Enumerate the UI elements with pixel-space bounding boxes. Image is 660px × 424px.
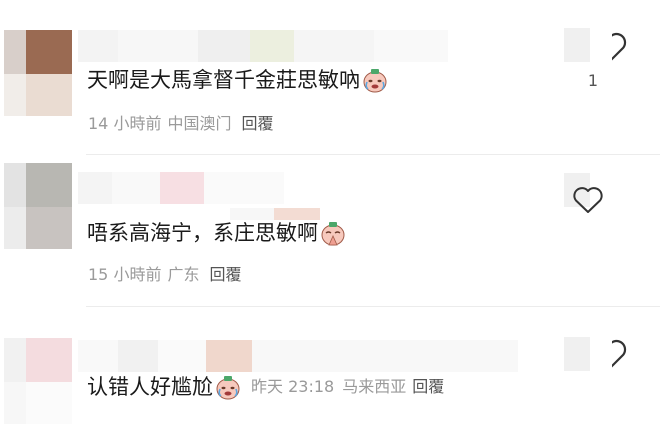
heart-icon bbox=[612, 32, 627, 61]
like-area-blurred bbox=[564, 337, 590, 371]
avatar[interactable] bbox=[4, 163, 72, 249]
heart-icon bbox=[612, 339, 627, 368]
comment-text: 天啊是大馬拿督千金莊思敏吶 bbox=[87, 66, 388, 94]
like-count: 1 bbox=[587, 71, 598, 90]
comment-text: 认错人好尴尬 昨天 23:18 马来西亚 回覆 bbox=[87, 373, 444, 401]
comment-text-content: 唔系高海宁，系庄思敏啊 bbox=[87, 221, 318, 245]
like-button[interactable] bbox=[568, 180, 608, 220]
like-button[interactable] bbox=[590, 334, 630, 374]
comment-meta: 昨天 23:18 马来西亚 回覆 bbox=[251, 373, 444, 401]
timestamp: 昨天 23:18 bbox=[251, 377, 335, 396]
comment-text-content: 认错人好尴尬 bbox=[87, 375, 213, 399]
comment-meta: 14 小時前 中国澳门 回覆 bbox=[88, 110, 273, 134]
comment-item: 唔系高海宁，系庄思敏啊 15 小時前 广东 回覆 bbox=[0, 155, 660, 305]
avatar[interactable] bbox=[4, 338, 72, 424]
comment-text-content: 天啊是大馬拿督千金莊思敏吶 bbox=[87, 68, 360, 92]
timestamp: 15 小時前 bbox=[88, 265, 162, 284]
username-blurred[interactable] bbox=[78, 172, 378, 204]
comment-item: 认错人好尴尬 昨天 23:18 马来西亚 回覆 bbox=[0, 307, 660, 424]
timestamp: 14 小時前 bbox=[88, 114, 162, 133]
comment-item: 1 天啊是大馬拿督千金莊思敏吶 14 小時前 中国澳门 回覆 bbox=[0, 0, 660, 150]
username-blurred[interactable] bbox=[78, 340, 518, 372]
like-area-blurred bbox=[564, 28, 590, 62]
location: 中国澳门 bbox=[167, 114, 232, 133]
reply-button[interactable]: 回覆 bbox=[412, 377, 444, 396]
username-blurred[interactable] bbox=[78, 30, 448, 62]
crying-face-sticker-icon bbox=[362, 67, 388, 93]
reply-button[interactable]: 回覆 bbox=[241, 114, 273, 133]
location: 广东 bbox=[167, 265, 200, 284]
avatar[interactable] bbox=[4, 30, 72, 116]
location: 马来西亚 bbox=[342, 377, 407, 396]
comment-text: 唔系高海宁，系庄思敏啊 bbox=[87, 219, 346, 247]
heart-icon bbox=[573, 187, 603, 213]
reply-button[interactable]: 回覆 bbox=[209, 265, 241, 284]
crying-face-sticker-icon bbox=[215, 374, 241, 400]
comment-meta: 15 小時前 广东 回覆 bbox=[88, 261, 241, 285]
praying-face-sticker-icon bbox=[320, 220, 346, 246]
like-button[interactable] bbox=[590, 27, 630, 67]
